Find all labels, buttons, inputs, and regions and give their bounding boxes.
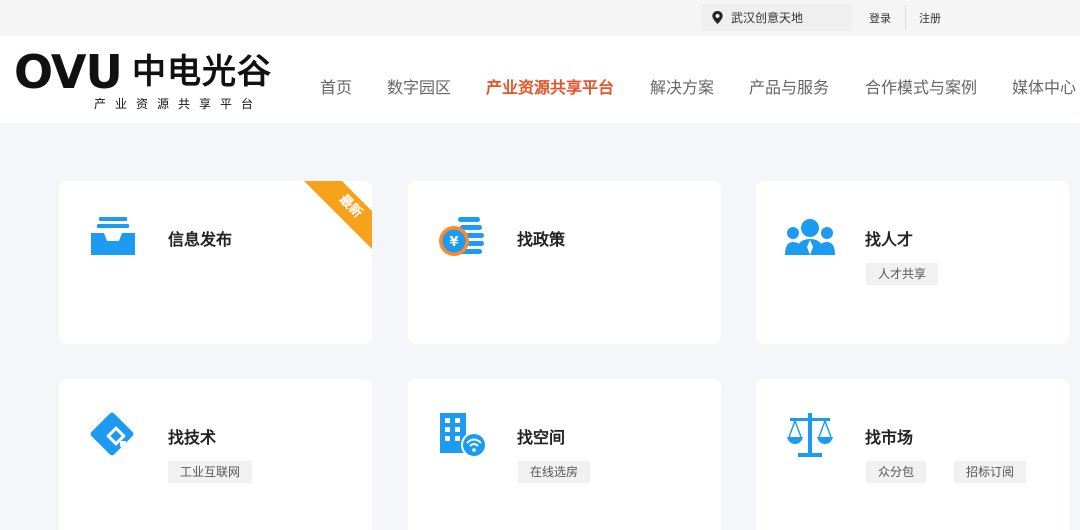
card-find-talent[interactable]: 找人才 人才共享 — [756, 181, 1069, 344]
inbox-tray-icon — [91, 217, 135, 255]
card-title: 找人才 — [865, 230, 914, 249]
logo-brand: OVU — [14, 45, 123, 99]
nav-item-products-services[interactable]: 产品与服务 — [749, 74, 829, 98]
card-title: 找政策 — [517, 230, 566, 249]
coin-stack-icon: ¥ — [439, 217, 484, 256]
tag-crowd-subcontract[interactable]: 众分包 — [866, 461, 927, 483]
card-find-policy[interactable]: ¥ 找政策 — [408, 181, 721, 344]
people-group-icon — [785, 219, 835, 255]
card-title: 找市场 — [865, 428, 914, 447]
card-title: 找技术 — [168, 428, 217, 447]
logo-tagline: 产业资源共享平台 — [94, 97, 263, 111]
tag-talent-sharing[interactable]: 人才共享 — [866, 263, 939, 285]
login-link[interactable]: 登录 — [869, 10, 891, 26]
svg-text:¥: ¥ — [449, 235, 458, 250]
tag-online-room-selection[interactable]: 在线选房 — [518, 461, 591, 483]
tech-chip-card-icon — [90, 412, 134, 456]
nav-item-solutions[interactable]: 解决方案 — [650, 74, 714, 98]
nav-item-digital-park[interactable]: 数字园区 — [387, 74, 451, 98]
site-header: OVU 中电光谷 产业资源共享平台 首页 数字园区 产业资源共享平台 解决方案 … — [0, 36, 1080, 123]
card-title: 找空间 — [517, 428, 566, 447]
logo-name: 中电光谷 — [132, 52, 272, 92]
nav-item-home[interactable]: 首页 — [320, 74, 352, 98]
card-find-market[interactable]: 找市场 众分包 招标订阅 — [756, 379, 1069, 530]
site-logo[interactable]: OVU 中电光谷 产业资源共享平台 — [14, 44, 274, 116]
location-label: 武汉创意天地 — [731, 11, 804, 25]
balance-scale-icon — [787, 413, 833, 457]
tag-tender-subscription[interactable]: 招标订阅 — [954, 461, 1027, 483]
new-badge-ribbon: 最新 — [304, 181, 372, 249]
card-title: 信息发布 — [168, 230, 233, 249]
nav-item-resource-platform[interactable]: 产业资源共享平台 — [486, 74, 614, 98]
card-find-technology[interactable]: 找技术 工业互联网 — [59, 379, 372, 530]
location-selector[interactable]: 武汉创意天地 — [702, 4, 852, 31]
nav-item-cooperation-cases[interactable]: 合作模式与案例 — [865, 74, 977, 98]
building-wifi-icon — [440, 413, 487, 458]
register-link[interactable]: 注册 — [919, 10, 941, 26]
card-info-publish[interactable]: 信息发布 最新 — [59, 181, 372, 344]
location-pin-icon — [712, 10, 723, 25]
topbar-divider — [905, 5, 906, 30]
tag-industrial-internet[interactable]: 工业互联网 — [168, 461, 253, 483]
top-utility-bar: 武汉创意天地 登录 注册 — [0, 0, 1080, 36]
nav-item-media-center[interactable]: 媒体中心 — [1012, 74, 1076, 98]
card-find-space[interactable]: 找空间 在线选房 — [408, 379, 721, 530]
